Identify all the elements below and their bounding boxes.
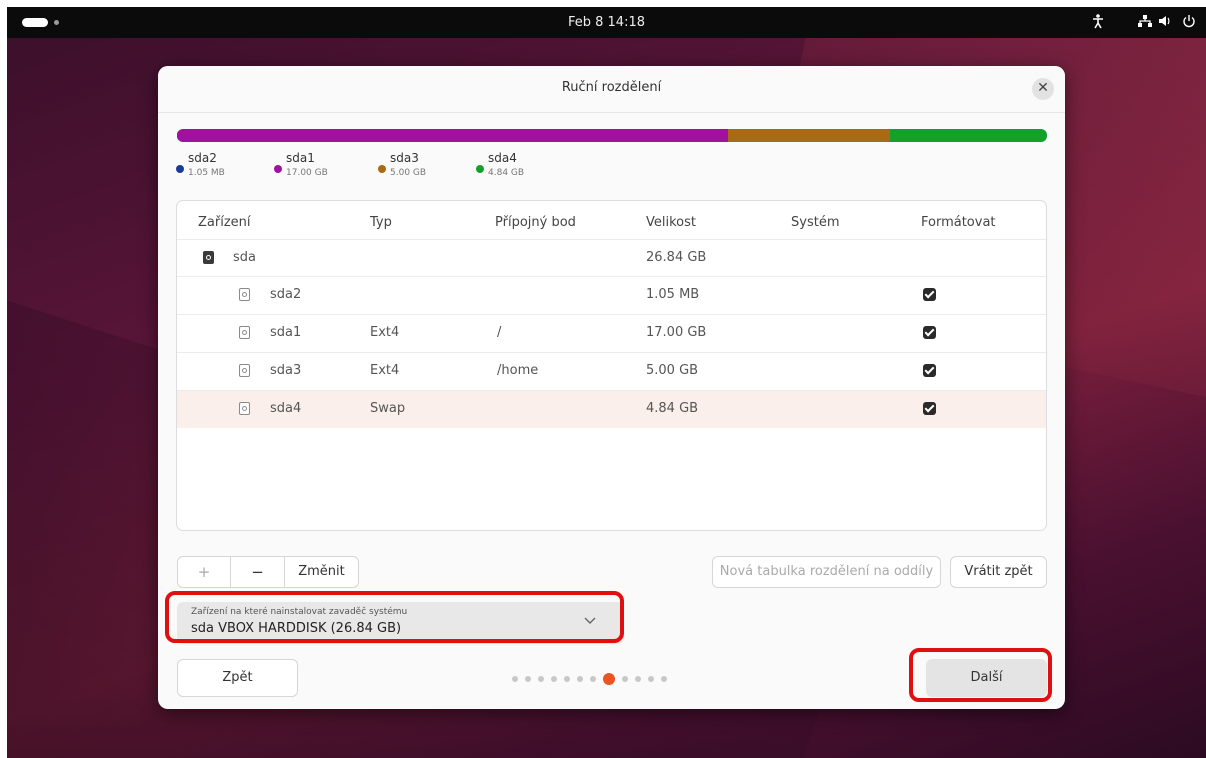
- format-checkbox[interactable]: [923, 326, 936, 339]
- clock[interactable]: Feb 8 14:18: [7, 15, 1206, 30]
- cell-mount-point: /home: [497, 363, 539, 378]
- disk-usage-bar: [177, 129, 1047, 142]
- page-dot: [551, 676, 557, 682]
- usage-segment-sda3: [728, 129, 891, 142]
- dialog-header: Ruční rozdělení ✕: [158, 66, 1065, 113]
- page-dot: [512, 676, 518, 682]
- page-dot: [635, 676, 641, 682]
- table-row-sda[interactable]: sda 26.84 GB: [177, 239, 1046, 277]
- cell-size: 1.05 MB: [646, 287, 700, 302]
- cell-device: sda4: [270, 401, 302, 416]
- chevron-down-icon: [584, 614, 596, 628]
- page-dot: [648, 676, 654, 682]
- legend-dot: [274, 165, 282, 173]
- cell-device: sda2: [270, 287, 302, 302]
- header-size[interactable]: Velikost: [646, 215, 696, 230]
- disk-icon: [203, 251, 214, 264]
- usage-segment-sda1: [177, 129, 729, 142]
- network-icon[interactable]: [1137, 13, 1153, 33]
- cell-type: Swap: [370, 401, 406, 416]
- legend-size: 4.84 GB: [488, 168, 525, 178]
- header-device[interactable]: Zařízení: [198, 215, 251, 230]
- legend-name: sda2: [188, 151, 217, 165]
- revert-button[interactable]: Vrátit zpět: [950, 556, 1047, 588]
- bootloader-device-select[interactable]: Zařízení na které nainstalovat zavaděč s…: [177, 602, 624, 644]
- dialog-title: Ruční rozdělení: [561, 80, 662, 95]
- page-dot: [538, 676, 544, 682]
- table-row-sda3[interactable]: sda3 Ext4 /home 5.00 GB: [177, 352, 1046, 390]
- legend-name: sda4: [488, 151, 517, 165]
- page-dot: [577, 676, 583, 682]
- power-icon[interactable]: [1182, 13, 1196, 33]
- page-dot: [564, 676, 570, 682]
- close-icon: ✕: [1037, 80, 1049, 96]
- change-partition-button[interactable]: Změnit: [285, 557, 358, 587]
- cell-mount-point: /: [497, 325, 502, 340]
- page-dot: [661, 676, 667, 682]
- partition-icon: [239, 326, 250, 339]
- add-partition-button[interactable]: +: [178, 557, 230, 587]
- volume-icon[interactable]: [1157, 13, 1173, 33]
- top-bar: Feb 8 14:18: [7, 7, 1206, 38]
- cell-type: Ext4: [370, 325, 400, 340]
- bootloader-label: Zařízení na které nainstalovat zavaděč s…: [191, 607, 408, 617]
- cell-size: 26.84 GB: [646, 250, 707, 265]
- header-type[interactable]: Typ: [370, 215, 392, 230]
- back-button[interactable]: Zpět: [177, 659, 298, 697]
- page-dot-active: [603, 673, 615, 685]
- partition-table: Zařízení Typ Přípojný bod Velikost Systé…: [176, 200, 1047, 531]
- remove-partition-button[interactable]: −: [231, 557, 284, 587]
- next-button[interactable]: Další: [926, 659, 1047, 697]
- format-checkbox[interactable]: [923, 288, 936, 301]
- partition-icon: [239, 402, 250, 415]
- legend-dot: [476, 165, 484, 173]
- legend-name: sda3: [390, 151, 419, 165]
- legend-dot: [176, 165, 184, 173]
- legend-name: sda1: [286, 151, 315, 165]
- desktop-background: Feb 8 14:18 Ruční rozdělení ✕ sda2 1.05 …: [7, 7, 1206, 758]
- partition-icon: [239, 288, 250, 301]
- format-checkbox[interactable]: [923, 364, 936, 377]
- partition-action-group: + − Změnit: [177, 556, 359, 588]
- cell-size: 4.84 GB: [646, 401, 699, 416]
- format-checkbox[interactable]: [923, 402, 936, 415]
- legend-dot: [378, 165, 386, 173]
- cell-device: sda3: [270, 363, 302, 378]
- table-row-sda2[interactable]: sda2 1.05 MB: [177, 276, 1046, 314]
- cell-device: sda: [233, 250, 256, 265]
- bootloader-value: sda VBOX HARDDISK (26.84 GB): [191, 621, 402, 636]
- partition-icon: [239, 364, 250, 377]
- cell-size: 5.00 GB: [646, 363, 699, 378]
- manual-partitioning-dialog: Ruční rozdělení ✕ sda2 1.05 MB sda1 17.0…: [158, 66, 1065, 709]
- new-partition-table-button[interactable]: Nová tabulka rozdělení na oddíly: [712, 556, 941, 588]
- legend-size: 5.00 GB: [390, 168, 427, 178]
- usage-segment-sda4: [890, 129, 1047, 142]
- header-system[interactable]: Systém: [791, 215, 839, 230]
- cell-device: sda1: [270, 325, 302, 340]
- cell-type: Ext4: [370, 363, 400, 378]
- cell-size: 17.00 GB: [646, 325, 707, 340]
- page-dot: [590, 676, 596, 682]
- page-dot: [525, 676, 531, 682]
- header-format[interactable]: Formátovat: [921, 215, 996, 230]
- header-mount-point[interactable]: Přípojný bod: [495, 215, 576, 230]
- legend-size: 17.00 GB: [286, 168, 328, 178]
- accessibility-icon[interactable]: [1092, 13, 1104, 33]
- table-row-sda4[interactable]: sda4 Swap 4.84 GB: [177, 390, 1046, 428]
- close-button[interactable]: ✕: [1032, 78, 1054, 100]
- table-row-sda1[interactable]: sda1 Ext4 / 17.00 GB: [177, 314, 1046, 352]
- legend-size: 1.05 MB: [188, 168, 225, 178]
- page-dot: [622, 676, 628, 682]
